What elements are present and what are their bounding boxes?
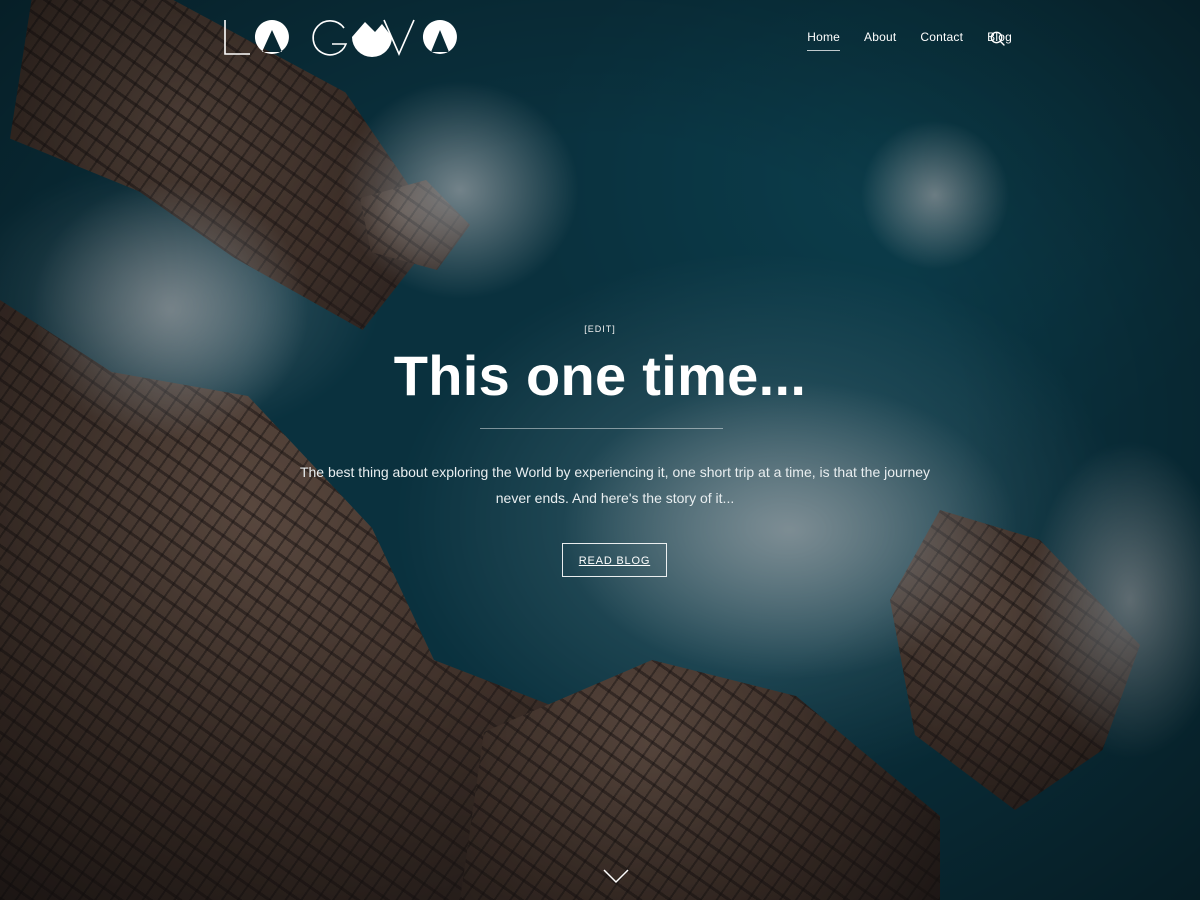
hero-divider bbox=[480, 428, 723, 429]
page: Home About Contact Blog [EDIT] This one … bbox=[0, 0, 1200, 900]
hero-title: This one time... bbox=[393, 344, 807, 407]
chevron-down-icon bbox=[603, 869, 629, 884]
hero-section: [EDIT] This one time... The best thing a… bbox=[0, 0, 1200, 900]
scroll-down-button[interactable] bbox=[603, 868, 629, 884]
hero-description: The best thing about exploring the World… bbox=[299, 464, 931, 506]
read-blog-button[interactable]: READ BLOG bbox=[562, 543, 667, 577]
edit-link[interactable]: [EDIT] bbox=[0, 324, 1200, 334]
